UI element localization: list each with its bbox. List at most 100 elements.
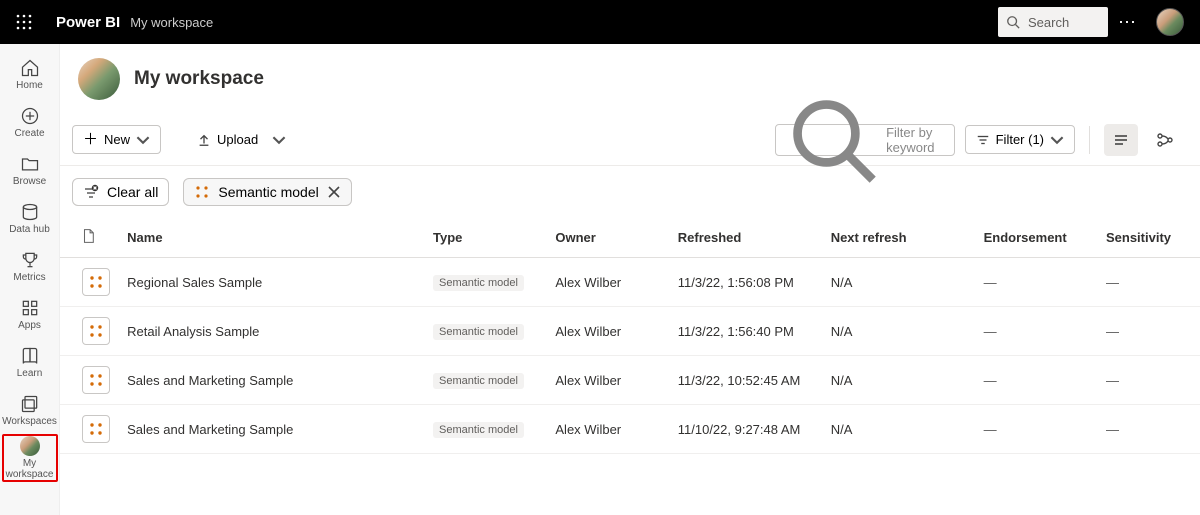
chevron-down-icon xyxy=(272,133,286,147)
workspace-avatar xyxy=(78,58,120,100)
cell-owner: Alex Wilber xyxy=(547,405,669,454)
rail-item-learn[interactable]: Learn xyxy=(2,338,58,386)
toolbar: ＋ New Upload Filter by keyword Filter (1… xyxy=(60,114,1200,166)
cell-refreshed: 11/10/22, 9:27:48 AM xyxy=(670,405,823,454)
semantic-model-icon xyxy=(82,268,110,296)
main-content: My workspace ＋ New Upload Filter by keyw… xyxy=(60,44,1200,515)
book-icon xyxy=(20,346,40,366)
cell-refreshed: 11/3/22, 1:56:40 PM xyxy=(670,307,823,356)
file-icon xyxy=(82,228,95,244)
page-title: My workspace xyxy=(134,68,264,90)
rail-item-home[interactable]: Home xyxy=(2,50,58,98)
col-name[interactable]: Name xyxy=(119,218,425,258)
cell-next-refresh: N/A xyxy=(823,405,976,454)
items-grid: Name Type Owner Refreshed Next refresh E… xyxy=(60,218,1200,515)
plus-icon: ＋ xyxy=(83,132,98,147)
view-list-button[interactable] xyxy=(1104,124,1138,156)
rail-item-workspaces[interactable]: Workspaces xyxy=(2,386,58,434)
col-type[interactable]: Type xyxy=(425,218,547,258)
rail-item-datahub[interactable]: Data hub xyxy=(2,194,58,242)
app-launcher-icon[interactable] xyxy=(8,6,40,38)
cell-next-refresh: N/A xyxy=(823,307,976,356)
clear-all-button[interactable]: Clear all xyxy=(72,178,169,206)
filter-button[interactable]: Filter (1) xyxy=(965,125,1075,154)
cell-endorsement: — xyxy=(976,258,1098,307)
home-icon xyxy=(20,58,40,78)
col-next-refresh[interactable]: Next refresh xyxy=(823,218,976,258)
cell-endorsement: — xyxy=(976,356,1098,405)
cell-owner: Alex Wilber xyxy=(547,356,669,405)
filter-chip-semantic-model[interactable]: Semantic model xyxy=(183,178,351,206)
lineage-view-icon xyxy=(1156,131,1174,149)
cell-sensitivity: — xyxy=(1098,307,1200,356)
top-bar: Power BI My workspace Search ⋯ xyxy=(0,0,1200,44)
cell-name[interactable]: Sales and Marketing Sample xyxy=(119,405,425,454)
divider xyxy=(1089,126,1090,154)
upload-button[interactable]: Upload xyxy=(187,126,296,153)
col-sensitivity[interactable]: Sensitivity xyxy=(1098,218,1200,258)
rail-item-metrics[interactable]: Metrics xyxy=(2,242,58,290)
chevron-down-icon xyxy=(136,133,150,147)
nav-rail: Home Create Browse Data hub Metrics Apps… xyxy=(0,44,60,515)
cell-owner: Alex Wilber xyxy=(547,307,669,356)
cell-name[interactable]: Sales and Marketing Sample xyxy=(119,356,425,405)
table-row[interactable]: Retail Analysis Sample Semantic model Al… xyxy=(60,307,1200,356)
global-search[interactable]: Search xyxy=(998,7,1108,37)
view-lineage-button[interactable] xyxy=(1148,124,1182,156)
col-refreshed[interactable]: Refreshed xyxy=(670,218,823,258)
filter-chip-bar: Clear all Semantic model xyxy=(60,166,1200,218)
search-placeholder: Search xyxy=(1028,15,1069,30)
breadcrumb[interactable]: My workspace xyxy=(130,15,213,30)
table-row[interactable]: Sales and Marketing Sample Semantic mode… xyxy=(60,356,1200,405)
col-endorsement[interactable]: Endorsement xyxy=(976,218,1098,258)
overflow-menu-icon[interactable]: ⋯ xyxy=(1108,12,1148,33)
cell-name[interactable]: Retail Analysis Sample xyxy=(119,307,425,356)
search-icon xyxy=(1006,15,1020,29)
apps-icon xyxy=(20,298,40,318)
semantic-model-icon xyxy=(82,366,110,394)
rail-item-my-workspace[interactable]: My workspace xyxy=(2,434,58,482)
close-icon[interactable] xyxy=(327,185,341,199)
filter-icon xyxy=(976,133,990,147)
workspaces-icon xyxy=(20,394,40,414)
table-header-row: Name Type Owner Refreshed Next refresh E… xyxy=(60,218,1200,258)
table-row[interactable]: Regional Sales Sample Semantic model Ale… xyxy=(60,258,1200,307)
rail-item-apps[interactable]: Apps xyxy=(2,290,58,338)
workspace-header: My workspace xyxy=(60,44,1200,114)
upload-icon xyxy=(197,133,211,147)
cell-sensitivity: — xyxy=(1098,405,1200,454)
filter-keyword-input[interactable]: Filter by keyword xyxy=(775,124,955,156)
cell-endorsement: — xyxy=(976,307,1098,356)
cell-type: Semantic model xyxy=(425,356,547,405)
trophy-icon xyxy=(20,250,40,270)
cell-endorsement: — xyxy=(976,405,1098,454)
cell-next-refresh: N/A xyxy=(823,258,976,307)
new-button[interactable]: ＋ New xyxy=(72,125,161,154)
semantic-model-icon xyxy=(82,317,110,345)
chevron-down-icon xyxy=(1050,133,1064,147)
list-view-icon xyxy=(1112,131,1130,149)
semantic-model-icon xyxy=(194,184,210,200)
database-icon xyxy=(20,202,40,222)
cell-type: Semantic model xyxy=(425,307,547,356)
cell-type: Semantic model xyxy=(425,258,547,307)
cell-type: Semantic model xyxy=(425,405,547,454)
cell-refreshed: 11/3/22, 1:56:08 PM xyxy=(670,258,823,307)
rail-item-browse[interactable]: Browse xyxy=(2,146,58,194)
cell-sensitivity: — xyxy=(1098,356,1200,405)
rail-item-create[interactable]: Create xyxy=(2,98,58,146)
col-owner[interactable]: Owner xyxy=(547,218,669,258)
brand-label[interactable]: Power BI xyxy=(56,14,120,31)
cell-name[interactable]: Regional Sales Sample xyxy=(119,258,425,307)
user-avatar[interactable] xyxy=(1156,8,1184,36)
create-icon xyxy=(20,106,40,126)
workspace-avatar-icon xyxy=(20,436,40,456)
folder-icon xyxy=(20,154,40,174)
cell-owner: Alex Wilber xyxy=(547,258,669,307)
clear-filter-icon xyxy=(83,184,99,200)
table-row[interactable]: Sales and Marketing Sample Semantic mode… xyxy=(60,405,1200,454)
semantic-model-icon xyxy=(82,415,110,443)
cell-next-refresh: N/A xyxy=(823,356,976,405)
cell-refreshed: 11/3/22, 10:52:45 AM xyxy=(670,356,823,405)
cell-sensitivity: — xyxy=(1098,258,1200,307)
